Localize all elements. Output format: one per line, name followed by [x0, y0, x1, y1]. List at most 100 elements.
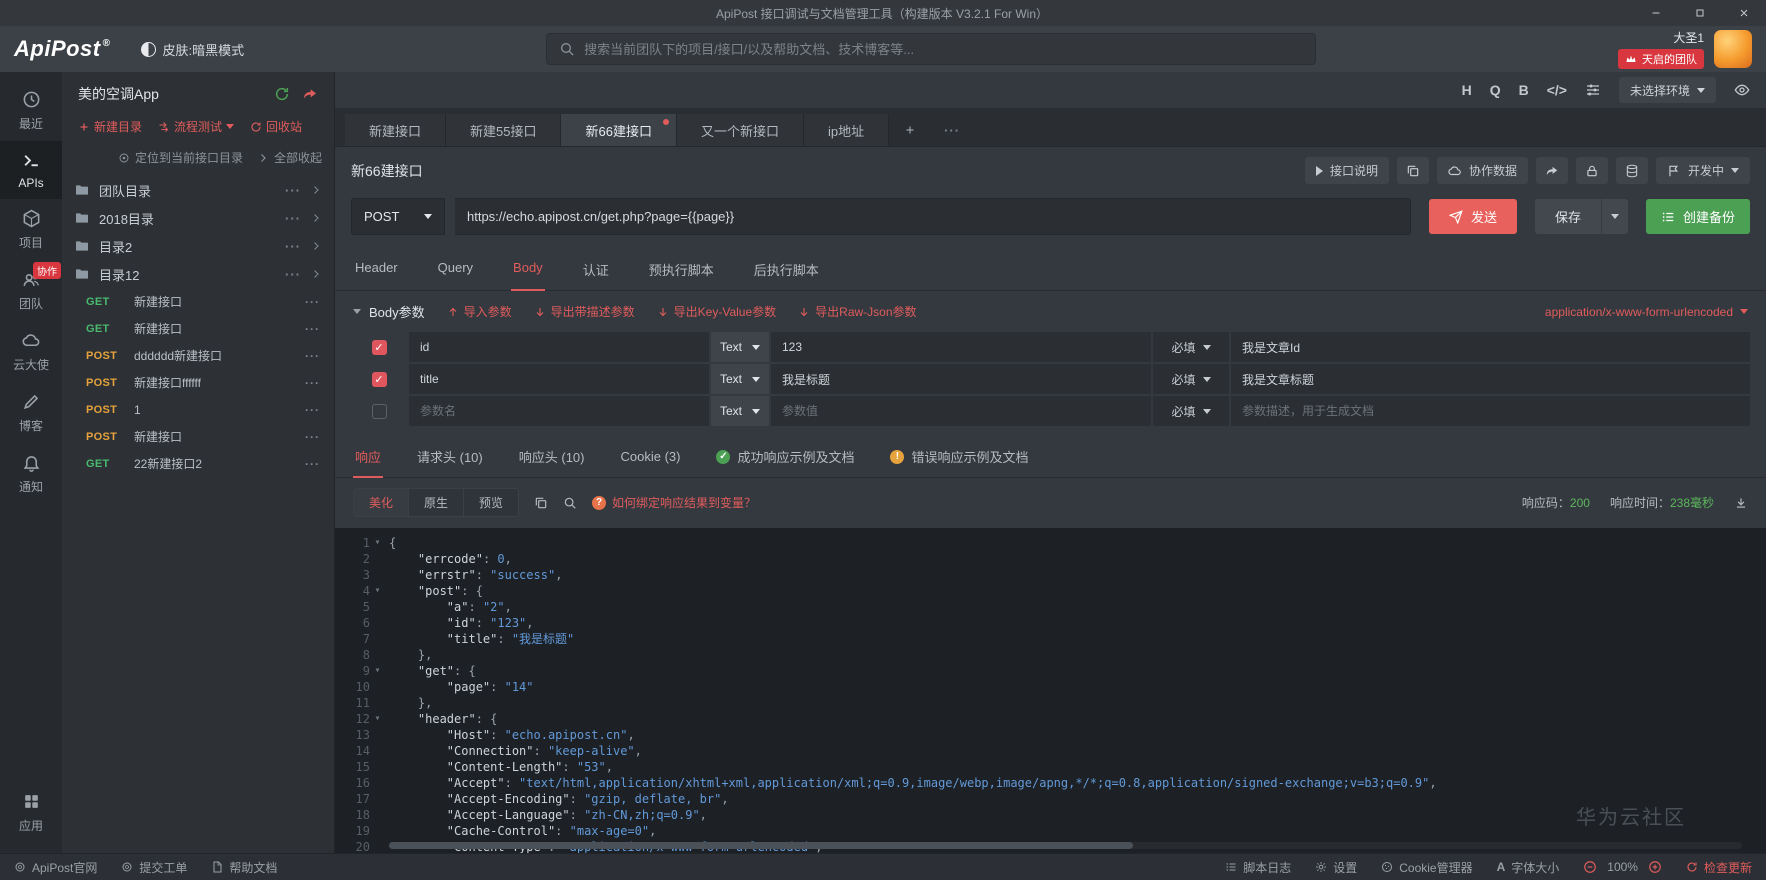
tab-success-example[interactable]: ✓ 成功响应示例及文档 — [714, 436, 856, 477]
api-tab[interactable]: ip地址 — [803, 114, 890, 146]
skin-toggle[interactable]: 皮肤:暗黑模式 — [140, 40, 244, 59]
refresh-icon[interactable] — [274, 86, 290, 102]
pretty-button[interactable]: 美化 — [354, 489, 410, 516]
tab-error-example[interactable]: ! 错误响应示例及文档 — [888, 436, 1030, 477]
avatar[interactable] — [1714, 30, 1752, 68]
bind-variable-help[interactable]: ? 如何绑定响应结果到变量？ — [592, 494, 756, 511]
preview-button[interactable]: 预览 — [464, 489, 519, 516]
zoom-in-icon[interactable] — [1648, 860, 1662, 874]
api-tab[interactable]: 又一个新接口 — [676, 114, 804, 146]
more-icon[interactable] — [285, 239, 301, 254]
locate-current-api-button[interactable]: 定位到当前接口目录 — [118, 149, 243, 166]
settings-button[interactable]: 设置 — [1315, 859, 1357, 876]
param-type-select[interactable]: Text — [711, 364, 769, 394]
minimize-button[interactable] — [1634, 0, 1678, 26]
new-folder-button[interactable]: 新建目录 — [78, 118, 142, 135]
quick-code-icon[interactable]: </> — [1547, 82, 1567, 98]
more-icon[interactable] — [305, 322, 320, 336]
more-icon[interactable] — [285, 211, 301, 226]
tab-body[interactable]: Body — [511, 249, 545, 291]
flow-test-button[interactable]: 流程测试 — [158, 118, 235, 135]
param-required-select[interactable]: 必填 — [1153, 364, 1229, 394]
team-badge[interactable]: 天启的团队 — [1618, 49, 1704, 69]
create-backup-button[interactable]: 创建备份 — [1645, 199, 1750, 234]
tab-request-headers[interactable]: 请求头 (10) — [415, 436, 485, 477]
import-params-button[interactable]: 导入参数 — [447, 303, 512, 320]
environment-select[interactable]: 未选择环境 — [1618, 77, 1716, 103]
param-required-select[interactable]: 必填 — [1153, 396, 1229, 426]
tab-cookie[interactable]: Cookie (3) — [618, 438, 682, 475]
more-icon[interactable] — [305, 403, 320, 417]
param-desc-input[interactable] — [1231, 332, 1750, 362]
param-value-input[interactable] — [771, 364, 1151, 394]
export-desc-params-button[interactable]: 导出带描述参数 — [534, 303, 635, 320]
tab-response[interactable]: 响应 — [353, 436, 384, 478]
quick-letter-b[interactable]: B — [1519, 82, 1529, 98]
raw-button[interactable]: 原生 — [409, 489, 465, 516]
sidebar-item-notifications[interactable]: 通知 — [0, 443, 62, 504]
api-list-item[interactable]: GET 新建接口 — [62, 288, 334, 315]
param-desc-input[interactable] — [1231, 396, 1750, 426]
more-icon[interactable] — [305, 295, 320, 309]
close-button[interactable] — [1722, 0, 1766, 26]
param-checkbox-checked[interactable]: ✓ — [371, 371, 387, 387]
eye-icon[interactable] — [1734, 82, 1750, 98]
tab-more-button[interactable] — [931, 114, 973, 146]
tab-response-headers[interactable]: 响应头 (10) — [517, 436, 587, 477]
collapse-all-button[interactable]: 全部收起 — [257, 149, 322, 166]
api-tab-active[interactable]: 新66建接口 — [561, 114, 677, 146]
export-kv-params-button[interactable]: 导出Key-Value参数 — [657, 303, 776, 320]
more-icon[interactable] — [305, 349, 320, 363]
api-list-item[interactable]: POST 新建接口ffffff — [62, 369, 334, 396]
tab-post-script[interactable]: 后执行脚本 — [752, 249, 821, 290]
response-editor[interactable]: 1▾234▾56789▾101112▾131415161718192021 { … — [335, 528, 1766, 853]
sliders-icon[interactable] — [1585, 82, 1601, 98]
collab-data-button[interactable]: 协作数据 — [1436, 157, 1528, 184]
tab-header[interactable]: Header — [353, 249, 400, 290]
quick-letter-q[interactable]: Q — [1490, 82, 1501, 98]
scrollbar-thumb[interactable] — [389, 842, 1134, 849]
export-raw-json-button[interactable]: 导出Raw-Json参数 — [798, 303, 917, 320]
param-required-select[interactable]: 必填 — [1153, 332, 1229, 362]
help-docs-link[interactable]: 帮助文档 — [211, 859, 277, 876]
tab-auth[interactable]: 认证 — [581, 249, 611, 290]
zoom-out-icon[interactable] — [1583, 860, 1597, 874]
tree-folder[interactable]: 目录12 — [62, 260, 334, 288]
api-list-item[interactable]: POST 1 — [62, 396, 334, 423]
more-icon[interactable] — [285, 267, 301, 282]
tab-query[interactable]: Query — [436, 249, 475, 290]
submit-ticket-link[interactable]: 提交工单 — [121, 859, 187, 876]
more-icon[interactable] — [305, 430, 320, 444]
send-button[interactable]: 发送 — [1428, 199, 1517, 234]
method-select[interactable]: POST — [351, 198, 445, 235]
download-response-button[interactable] — [1734, 496, 1748, 510]
recycle-bin-button[interactable]: 回收站 — [250, 118, 302, 135]
param-type-select[interactable]: Text — [711, 332, 769, 362]
api-doc-button[interactable]: 接口说明 — [1304, 157, 1389, 184]
tab-pre-script[interactable]: 预执行脚本 — [647, 249, 716, 290]
share-icon[interactable] — [302, 86, 318, 102]
search-response-button[interactable] — [563, 496, 577, 510]
chevron-right-icon[interactable] — [310, 240, 322, 252]
api-list-item[interactable]: GET 新建接口 — [62, 315, 334, 342]
tree-folder[interactable]: 2018目录 — [62, 204, 334, 232]
sidebar-item-cloud-ambassador[interactable]: 云大使 — [0, 321, 62, 382]
sidebar-item-projects[interactable]: 项目 — [0, 199, 62, 260]
cookie-manager-button[interactable]: Cookie管理器 — [1381, 859, 1473, 876]
param-desc-input[interactable] — [1231, 364, 1750, 394]
more-icon[interactable] — [305, 376, 320, 390]
body-params-toggle[interactable]: Body参数 — [353, 302, 425, 321]
url-input[interactable] — [455, 198, 1411, 235]
param-checkbox-unchecked[interactable] — [371, 403, 387, 419]
font-size-button[interactable]: A 字体大小 — [1497, 859, 1560, 876]
tree-folder[interactable]: 团队目录 — [62, 176, 334, 204]
api-list-item[interactable]: GET 22新建接口2 — [62, 450, 334, 477]
sidebar-item-recent[interactable]: 最近 — [0, 80, 62, 141]
api-tab[interactable]: 新建接口 — [345, 114, 447, 146]
chevron-right-icon[interactable] — [310, 212, 322, 224]
copy-response-button[interactable] — [534, 496, 548, 510]
chevron-right-icon[interactable] — [310, 184, 322, 196]
tree-folder[interactable]: 目录2 — [62, 232, 334, 260]
dev-status-select[interactable]: 开发中 — [1655, 157, 1750, 184]
param-type-select[interactable]: Text — [711, 396, 769, 426]
